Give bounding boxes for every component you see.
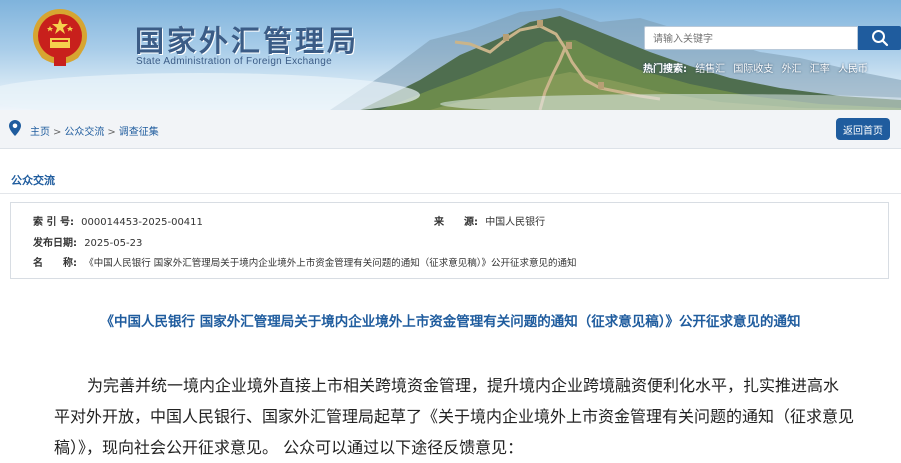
meta-date-row: 发布日期: 2025-05-23 (33, 234, 142, 249)
meta-source-value: 中国人民银行 (485, 217, 546, 228)
meta-name-label: 名 称: (33, 258, 77, 269)
hot-term-jieshouhui[interactable]: 结售汇 (695, 64, 725, 75)
site-subtitle: State Administration of Foreign Exchange (136, 56, 332, 67)
breadcrumb-home[interactable]: 主页 (30, 127, 50, 138)
meta-date-label: 发布日期: (33, 238, 77, 249)
hot-term-guojishouzhi[interactable]: 国际收支 (733, 64, 773, 75)
breadcrumb-survey[interactable]: 调查征集 (119, 127, 159, 138)
national-emblem-icon (33, 9, 87, 66)
site-title: 国家外汇管理局 (135, 24, 360, 58)
hot-term-huilv[interactable]: 汇率 (810, 64, 830, 75)
meta-source-label: 来 源: (434, 217, 478, 228)
hot-search-bar: 热门搜索: 结售汇 国际收支 外汇 汇率 人民币 (643, 60, 868, 75)
breadcrumb-separator: > (107, 127, 116, 138)
breadcrumb-public-exchange[interactable]: 公众交流 (64, 127, 104, 138)
meta-index-row: 索 引 号: 000014453-2025-00411 (33, 213, 203, 228)
return-home-button[interactable]: 返回首页 (836, 118, 890, 140)
meta-index-label: 索 引 号: (33, 217, 74, 228)
section-title: 公众交流 (11, 174, 55, 187)
search-icon (871, 30, 888, 47)
hot-search-label: 热门搜索: (643, 64, 687, 75)
hot-term-renminbi[interactable]: 人民币 (838, 64, 868, 75)
meta-source-row: 来 源: 中国人民银行 (434, 213, 545, 228)
location-pin-icon (9, 120, 21, 136)
document-meta-box: 索 引 号: 000014453-2025-00411 来 源: 中国人民银行 … (10, 202, 889, 279)
meta-name-row: 名 称: 《中国人民银行 国家外汇管理局关于境内企业境外上市资金管理有关问题的通… (33, 254, 576, 269)
breadcrumb-bar: 主页 > 公众交流 > 调查征集 (0, 110, 901, 149)
meta-date-value: 2025-05-23 (84, 238, 143, 249)
article-title: 《中国人民银行 国家外汇管理局关于境内企业境外上市资金管理有关问题的通知（征求意… (100, 314, 801, 330)
meta-index-value: 000014453-2025-00411 (81, 217, 203, 228)
article-body-paragraph: 为完善并统一境内企业境外直接上市相关跨境资金管理，提升境内企业跨境融资便利化水平… (54, 376, 855, 457)
hot-term-waihui[interactable]: 外汇 (782, 64, 802, 75)
section-divider (0, 193, 901, 194)
search-input[interactable] (645, 28, 861, 51)
search-field-container (644, 26, 861, 51)
header-banner: 国家外汇管理局 State Administration of Foreign … (0, 0, 901, 110)
meta-name-value: 《中国人民银行 国家外汇管理局关于境内企业境外上市资金管理有关问题的通知（征求意… (84, 258, 577, 269)
breadcrumb-separator: > (53, 127, 62, 138)
breadcrumb: 主页 > 公众交流 > 调查征集 (30, 123, 159, 138)
search-button[interactable] (858, 26, 901, 50)
